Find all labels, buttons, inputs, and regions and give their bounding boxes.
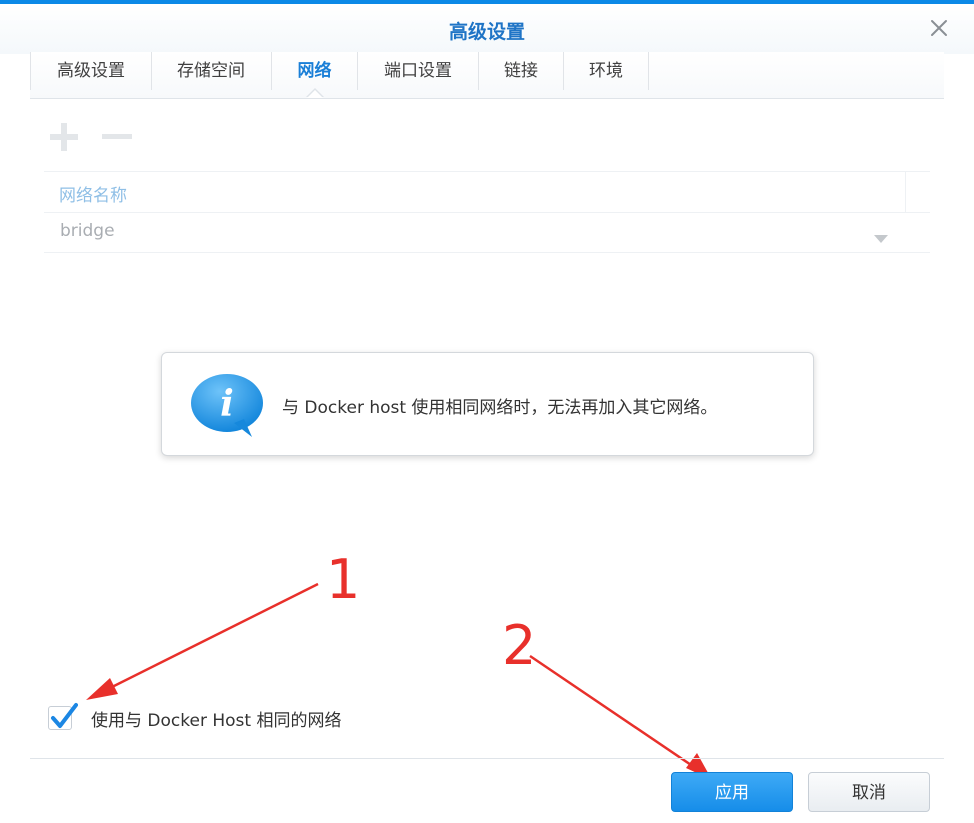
column-divider — [905, 172, 906, 212]
network-grid-header: 网络名称 — [44, 171, 930, 213]
network-name-cell: bridge — [60, 221, 115, 241]
info-icon: i — [190, 373, 266, 439]
annotation-marker-1: 1 — [326, 548, 361, 611]
checkmark-icon — [51, 703, 78, 728]
tab-storage[interactable]: 存储空间 — [151, 52, 272, 90]
dropdown-arrow-icon[interactable] — [873, 229, 889, 243]
tab-port-settings[interactable]: 端口设置 — [358, 52, 479, 90]
annotation-marker-2: 2 — [502, 614, 537, 677]
table-row[interactable]: bridge — [44, 212, 930, 253]
tab-bar: 高级设置 存储空间 网络 端口设置 链接 环境 — [30, 52, 944, 99]
tab-advanced-settings[interactable]: 高级设置 — [30, 52, 152, 90]
apply-button[interactable]: 应用 — [671, 772, 793, 812]
close-icon[interactable] — [929, 18, 949, 38]
info-message-text: 与 Docker host 使用相同网络时，无法再加入其它网络。 — [282, 398, 718, 418]
network-name-column-header: 网络名称 — [59, 186, 127, 206]
minus-icon[interactable] — [101, 121, 133, 153]
use-host-network-label[interactable]: 使用与 Docker Host 相同的网络 — [91, 706, 341, 731]
cancel-button[interactable]: 取消 — [808, 772, 930, 812]
svg-text:i: i — [220, 383, 234, 425]
annotation-arrow-2 — [529, 654, 712, 780]
plus-icon[interactable] — [48, 121, 80, 153]
use-host-network-checkbox[interactable] — [48, 702, 78, 730]
tab-links[interactable]: 链接 — [479, 52, 564, 90]
dialog-title-bar: 高级设置 — [0, 4, 974, 54]
annotation-arrow-1 — [86, 582, 319, 700]
dialog-title: 高级设置 — [448, 21, 525, 43]
tab-environment[interactable]: 环境 — [564, 52, 649, 90]
footer-divider — [30, 758, 944, 759]
info-message-box: i 与 Docker host 使用相同网络时，无法再加入其它网络。 — [161, 352, 814, 456]
tab-network[interactable]: 网络 — [272, 52, 358, 90]
